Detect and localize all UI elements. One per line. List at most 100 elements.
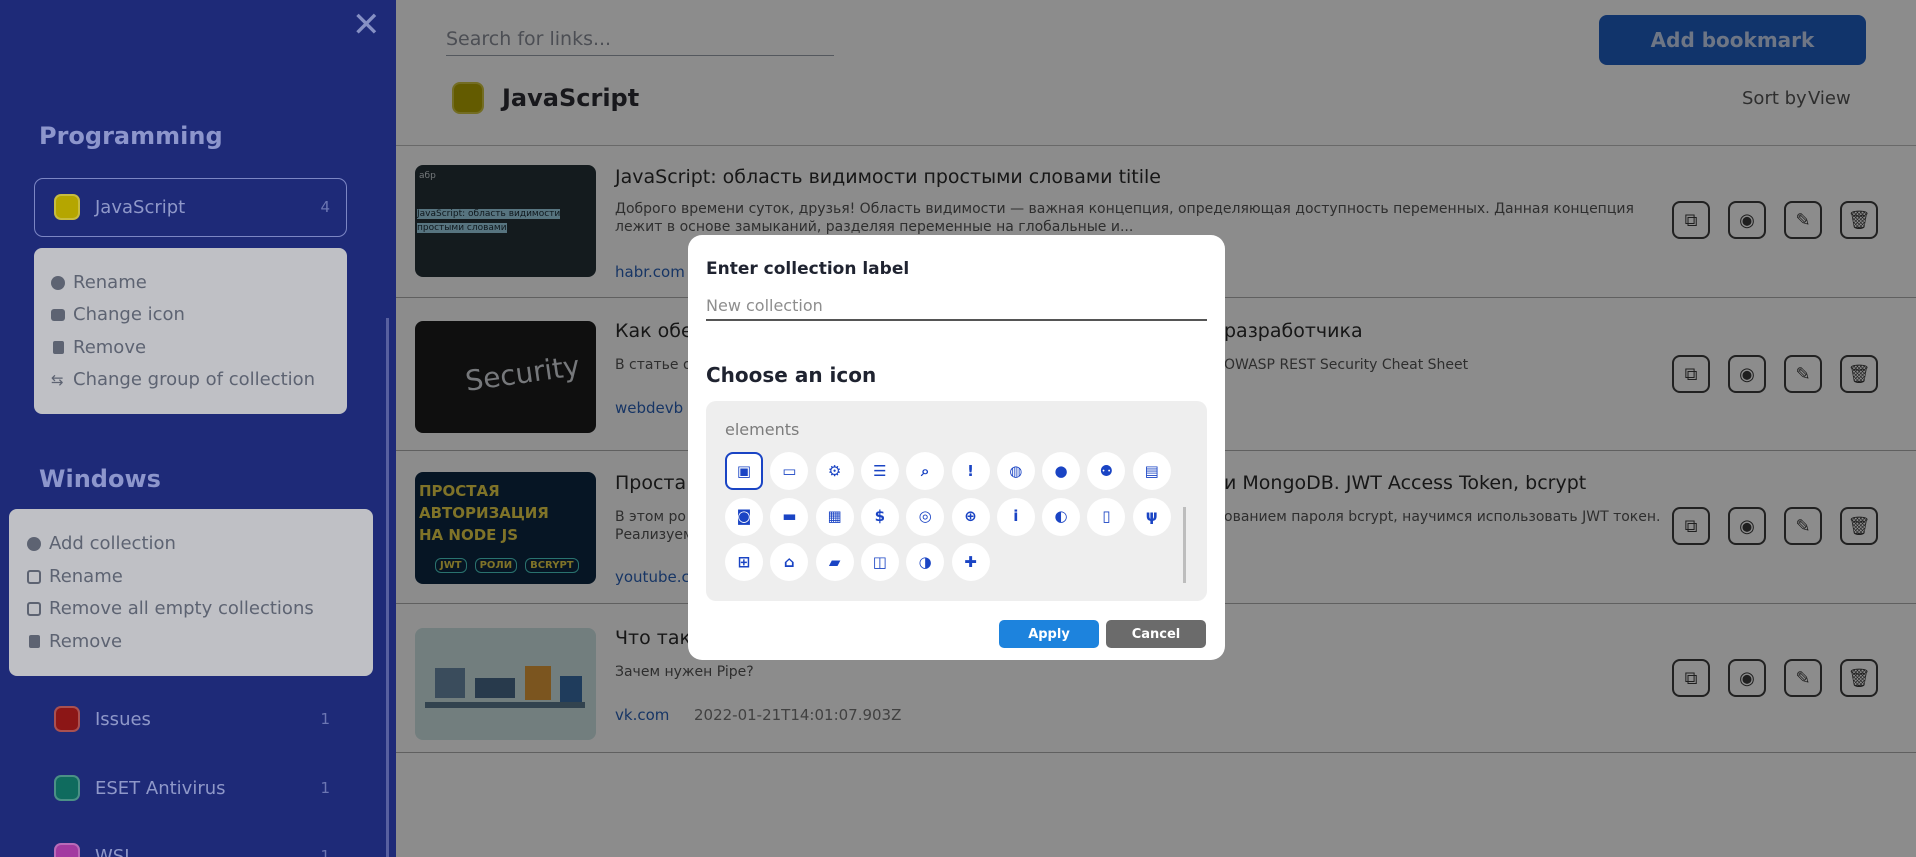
icon-option-utensils[interactable]: ψ [1132,497,1171,536]
sidebar-scrollbar[interactable] [386,318,389,857]
icon-option-dollar[interactable]: $ [860,497,899,536]
sidebar-item-javascript-row[interactable]: JavaScript 4 [54,194,330,220]
rename-icon [27,569,41,584]
menu-item-label: Add collection [49,533,176,554]
menu-item-label: Remove [49,631,123,652]
icon-option-desktop[interactable]: ▭ [770,452,809,490]
icon-option-user[interactable]: ● [1042,452,1081,490]
dollar-icon: $ [874,507,886,525]
collection-count: 4 [320,198,330,216]
plus-circle-icon [27,536,41,551]
credit-card-icon: ▬ [782,507,797,525]
search-icon: ⌕ [920,461,930,480]
desktop-icon: ▭ [782,461,797,480]
icon-option-folder-open[interactable]: ⌂ [770,543,809,581]
menu-item-remove-empty[interactable]: Remove all empty collections [27,598,314,619]
search-dollar-icon: ⊕ [964,507,977,525]
icon-option-table[interactable]: ⊞ [725,543,763,581]
icon-option-search[interactable]: ⌕ [906,452,945,490]
collection-color-icon [54,843,80,857]
menu-item-rename[interactable]: Rename [51,272,147,293]
mobile-icon: ▯ [1102,507,1111,525]
collection-label: Issues [95,708,151,730]
menu-item-label: Rename [49,566,123,587]
apply-button[interactable]: Apply [999,620,1099,648]
icon-option-folder[interactable]: ▰ [815,543,854,581]
swap-arrows-icon: ⇆ [51,370,64,389]
icon-option-exclamation[interactable]: ! [951,452,990,490]
menu-item-add-collection[interactable]: Add collection [27,533,176,554]
cogs-icon: ⚙ [827,461,842,480]
choose-icon-heading: Choose an icon [706,363,877,387]
user-shield-icon: ◐ [1054,507,1068,525]
menu-item-remove[interactable]: Remove [51,337,146,358]
info-icon: i [1013,507,1019,525]
menu-item-change-group[interactable]: ⇆ Change group of collection [51,369,315,390]
money-bill-icon: ◙ [736,507,752,525]
icon-option-info[interactable]: i [996,497,1035,536]
collection-color-icon [54,194,80,220]
menu-item-rename-group[interactable]: Rename [27,566,123,587]
prescription-bottle-icon: ✚ [964,552,977,571]
icon-option-volleyball[interactable]: ◑ [906,543,945,581]
collection-count: 1 [320,710,330,728]
group-context-menu: Add collection Rename Remove all empty c… [9,509,373,676]
icon-option-cogs[interactable]: ⚙ [815,452,854,490]
volleyball-icon: ◑ [918,552,932,571]
menu-item-label: Change icon [73,304,185,325]
collection-color-icon [54,775,80,801]
icon-option-id-card[interactable]: ▤ [1132,452,1171,490]
collection-label: ESET Antivirus [95,777,226,799]
sidebar-item-wsl[interactable]: WSL 1 [54,843,330,857]
collection-context-menu: Rename Change icon Remove ⇆ Change group… [34,248,347,414]
menu-item-change-icon[interactable]: Change icon [51,304,185,325]
icon-option-money-bill[interactable]: ◙ [725,497,763,536]
collection-label-heading: Enter collection label [706,259,910,279]
id-card-icon: ▤ [1144,461,1159,480]
icon-option-mobile[interactable]: ▯ [1087,497,1126,536]
folder-open-icon: ⌂ [783,552,795,571]
icon-option-credit-card[interactable]: ▬ [770,497,809,536]
exclamation-icon: ! [967,461,974,480]
close-icon[interactable]: ✕ [352,8,381,42]
sidebar-item-issues[interactable]: Issues 1 [54,706,330,732]
server-icon: ☰ [873,461,887,480]
group-title-programming[interactable]: Programming [39,122,223,150]
icon-option-search-dollar[interactable]: ⊕ [951,497,990,536]
icon-option-database[interactable]: ◫ [860,543,899,581]
icon-picker-scrollbar[interactable] [1183,507,1186,583]
database-icon: ◫ [872,552,887,571]
icons-icon [51,308,65,321]
icon-option-coins[interactable]: ◎ [906,497,945,536]
briefcase-icon: ▣ [736,461,752,480]
folder-icon: ▰ [828,552,841,571]
inbox-icon [27,601,41,616]
icon-option-prescription-bottle[interactable]: ✚ [951,543,990,581]
icon-picker: elements ▣ ▭ ⚙ ☰ ⌕! ◍ ● ⚉ ▤ ◙ ▬ ▦ $ ◎ ⊕ i ◐ ▯ ψ ⊞ ⌂ ▰ ◫ ◑ ✚ [706,401,1207,601]
collection-count: 1 [320,779,330,797]
create-collection-dialog: Enter collection label Choose an icon el… [688,235,1225,660]
icon-option-users[interactable]: ⚉ [1087,452,1126,490]
collection-label: WSL [95,845,135,857]
collection-label-input[interactable] [706,291,1207,321]
archive-icon: ▦ [827,507,842,525]
sidebar-item-eset[interactable]: ESET Antivirus 1 [54,775,330,801]
sidebar: ✕ Programming JavaScript 4 Rename Change… [0,0,396,857]
table-icon: ⊞ [737,552,751,571]
icon-option-server[interactable]: ☰ [860,452,899,490]
cancel-button[interactable]: Cancel [1106,620,1206,648]
menu-item-remove-group[interactable]: Remove [27,631,122,652]
icon-option-briefcase[interactable]: ▣ [725,452,763,490]
menu-item-label: Remove all empty collections [49,598,314,619]
menu-item-label: Rename [73,272,147,293]
collection-color-icon [54,706,80,732]
users-icon: ⚉ [1099,461,1114,480]
icon-option-globe[interactable]: ◍ [996,452,1035,490]
icon-option-archive[interactable]: ▦ [815,497,854,536]
menu-item-label: Remove [73,337,147,358]
plus-circle-icon [51,275,65,290]
menu-item-label: Change group of collection [73,369,316,390]
icon-option-user-shield[interactable]: ◐ [1042,497,1081,536]
trash-icon [53,341,64,354]
group-title-windows[interactable]: Windows [39,465,161,493]
